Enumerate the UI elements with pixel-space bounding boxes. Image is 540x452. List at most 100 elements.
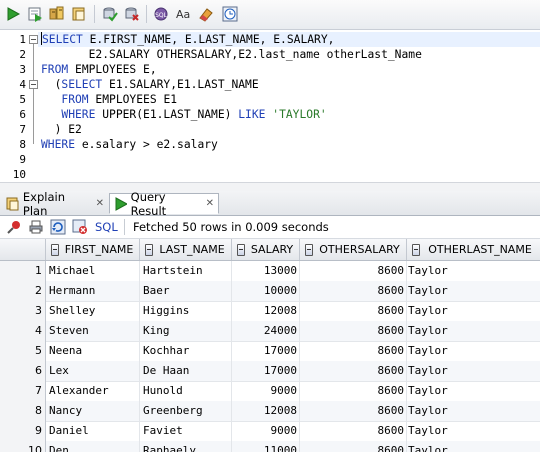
cell-first-name[interactable]: Alexander bbox=[46, 381, 140, 401]
sql-editor[interactable]: 1 2 3 4 5 6 7 8 9 10 SELECT E.FIRST_NAME… bbox=[0, 30, 540, 182]
table-row[interactable]: 7 Alexander Hunold 9000 8600 Taylor bbox=[0, 381, 540, 402]
cell-salary[interactable]: 10000 bbox=[232, 281, 300, 301]
clear-eraser-icon[interactable] bbox=[197, 5, 215, 23]
table-row[interactable]: 1 Michael Hartstein 13000 8600 Taylor bbox=[0, 261, 540, 282]
column-sort-icon bbox=[237, 243, 245, 256]
cell-othersalary[interactable]: 8600 bbox=[300, 361, 407, 381]
code-line[interactable]: (SELECT E1.SALARY,E1.LAST_NAME bbox=[41, 77, 540, 92]
cell-otherlast-name[interactable]: Taylor bbox=[407, 361, 540, 381]
format-case-icon[interactable]: Aa bbox=[174, 5, 192, 23]
rollback-icon[interactable] bbox=[123, 5, 141, 23]
cell-othersalary[interactable]: 8600 bbox=[300, 381, 407, 401]
table-row[interactable]: 10 Den Raphaely 11000 8600 Taylor bbox=[0, 441, 540, 452]
cell-othersalary[interactable]: 8600 bbox=[300, 321, 407, 341]
cell-last-name[interactable]: Hunold bbox=[140, 381, 232, 401]
column-header-othersalary[interactable]: OTHERSALARY bbox=[300, 239, 407, 260]
cell-otherlast-name[interactable]: Taylor bbox=[407, 381, 540, 401]
run-statement-icon[interactable] bbox=[4, 5, 22, 23]
close-icon[interactable]: ✕ bbox=[206, 198, 214, 209]
column-header-first-name[interactable]: FIRST_NAME bbox=[46, 239, 140, 260]
cell-othersalary[interactable]: 8600 bbox=[300, 441, 407, 452]
column-header-salary[interactable]: SALARY bbox=[232, 239, 300, 260]
cell-otherlast-name[interactable]: Taylor bbox=[407, 401, 540, 421]
cell-first-name[interactable]: Shelley bbox=[46, 301, 140, 321]
cell-last-name[interactable]: De Haan bbox=[140, 361, 232, 381]
cell-othersalary[interactable]: 8600 bbox=[300, 401, 407, 421]
cell-otherlast-name[interactable]: Taylor bbox=[407, 261, 540, 281]
cell-last-name[interactable]: Raphaely bbox=[140, 441, 232, 452]
cell-salary[interactable]: 11000 bbox=[232, 441, 300, 452]
cell-salary[interactable]: 17000 bbox=[232, 361, 300, 381]
cell-last-name[interactable]: Baer bbox=[140, 281, 232, 301]
cell-first-name[interactable]: Neena bbox=[46, 341, 140, 361]
history-icon[interactable] bbox=[221, 5, 239, 23]
code-line[interactable]: WHERE UPPER(E1.LAST_NAME) LIKE 'TAYLOR' bbox=[41, 107, 540, 122]
cell-othersalary[interactable]: 8600 bbox=[300, 341, 407, 361]
table-row[interactable]: 6 Lex De Haan 17000 8600 Taylor bbox=[0, 361, 540, 382]
cell-first-name[interactable]: Lex bbox=[46, 361, 140, 381]
tab-query-result[interactable]: Query Result ✕ bbox=[109, 190, 219, 218]
pin-icon[interactable] bbox=[6, 219, 22, 235]
close-icon[interactable]: ✕ bbox=[96, 198, 104, 209]
explain-plan-icon[interactable] bbox=[70, 5, 88, 23]
code-line[interactable] bbox=[41, 152, 540, 167]
cancel-fetch-icon[interactable] bbox=[72, 219, 88, 235]
cell-last-name[interactable]: Higgins bbox=[140, 301, 232, 321]
code-line[interactable]: WHERE e.salary > e2.salary bbox=[41, 137, 540, 152]
table-row[interactable]: 8 Nancy Greenberg 12008 8600 Taylor bbox=[0, 401, 540, 422]
cell-last-name[interactable]: King bbox=[140, 321, 232, 341]
sql-link[interactable]: SQL bbox=[95, 220, 118, 234]
cell-first-name[interactable]: Hermann bbox=[46, 281, 140, 301]
run-script-icon[interactable] bbox=[26, 5, 44, 23]
tab-explain-plan[interactable]: Explain Plan ✕ bbox=[2, 190, 108, 218]
cell-otherlast-name[interactable]: Taylor bbox=[407, 301, 540, 321]
table-row[interactable]: 3 Shelley Higgins 12008 8600 Taylor bbox=[0, 301, 540, 322]
cell-salary[interactable]: 12008 bbox=[232, 401, 300, 421]
cell-first-name[interactable]: Den bbox=[46, 441, 140, 452]
code-line[interactable]: ) E2 bbox=[41, 122, 540, 137]
row-number: 4 bbox=[0, 321, 46, 341]
cell-first-name[interactable]: Nancy bbox=[46, 401, 140, 421]
table-row[interactable]: 2 Hermann Baer 10000 8600 Taylor bbox=[0, 281, 540, 302]
table-row[interactable]: 9 Daniel Faviet 9000 8600 Taylor bbox=[0, 421, 540, 442]
cell-salary[interactable]: 12008 bbox=[232, 301, 300, 321]
cell-otherlast-name[interactable]: Taylor bbox=[407, 421, 540, 441]
cell-othersalary[interactable]: 8600 bbox=[300, 261, 407, 281]
table-row[interactable]: 4 Steven King 24000 8600 Taylor bbox=[0, 321, 540, 342]
print-icon[interactable] bbox=[28, 219, 44, 235]
table-row[interactable]: 5 Neena Kochhar 17000 8600 Taylor bbox=[0, 341, 540, 362]
column-header-last-name[interactable]: LAST_NAME bbox=[140, 239, 232, 260]
cell-otherlast-name[interactable]: Taylor bbox=[407, 281, 540, 301]
fold-toggle-icon[interactable] bbox=[29, 35, 38, 44]
cell-othersalary[interactable]: 8600 bbox=[300, 301, 407, 321]
code-line[interactable] bbox=[41, 167, 540, 182]
code-line[interactable]: FROM EMPLOYEES E1 bbox=[41, 92, 540, 107]
column-header-otherlast-name[interactable]: OTHERLAST_NAME bbox=[407, 239, 540, 260]
cell-otherlast-name[interactable]: Taylor bbox=[407, 341, 540, 361]
cell-last-name[interactable]: Greenberg bbox=[140, 401, 232, 421]
commit-icon[interactable] bbox=[101, 5, 119, 23]
cell-otherlast-name[interactable]: Taylor bbox=[407, 321, 540, 341]
cell-salary[interactable]: 17000 bbox=[232, 341, 300, 361]
cell-othersalary[interactable]: 8600 bbox=[300, 281, 407, 301]
cell-otherlast-name[interactable]: Taylor bbox=[407, 441, 540, 452]
cell-first-name[interactable]: Michael bbox=[46, 261, 140, 281]
cell-last-name[interactable]: Hartstein bbox=[140, 261, 232, 281]
refresh-icon[interactable] bbox=[50, 219, 66, 235]
cell-first-name[interactable]: Steven bbox=[46, 321, 140, 341]
sql-tuning-icon[interactable]: SQL bbox=[152, 5, 170, 23]
code-line[interactable]: SELECT E.FIRST_NAME, E.LAST_NAME, E.SALA… bbox=[38, 32, 540, 47]
cell-salary[interactable]: 24000 bbox=[232, 321, 300, 341]
cell-last-name[interactable]: Kochhar bbox=[140, 341, 232, 361]
fold-toggle-icon[interactable] bbox=[29, 80, 38, 89]
cell-first-name[interactable]: Daniel bbox=[46, 421, 140, 441]
cell-last-name[interactable]: Faviet bbox=[140, 421, 232, 441]
cell-salary[interactable]: 13000 bbox=[232, 261, 300, 281]
code-line[interactable]: E2.SALARY OTHERSALARY,E2.last_name other… bbox=[41, 47, 540, 62]
row-number: 5 bbox=[0, 341, 46, 361]
autotrace-icon[interactable] bbox=[48, 5, 66, 23]
cell-salary[interactable]: 9000 bbox=[232, 421, 300, 441]
code-line[interactable]: FROM EMPLOYEES E, bbox=[41, 62, 540, 77]
cell-othersalary[interactable]: 8600 bbox=[300, 421, 407, 441]
cell-salary[interactable]: 9000 bbox=[232, 381, 300, 401]
